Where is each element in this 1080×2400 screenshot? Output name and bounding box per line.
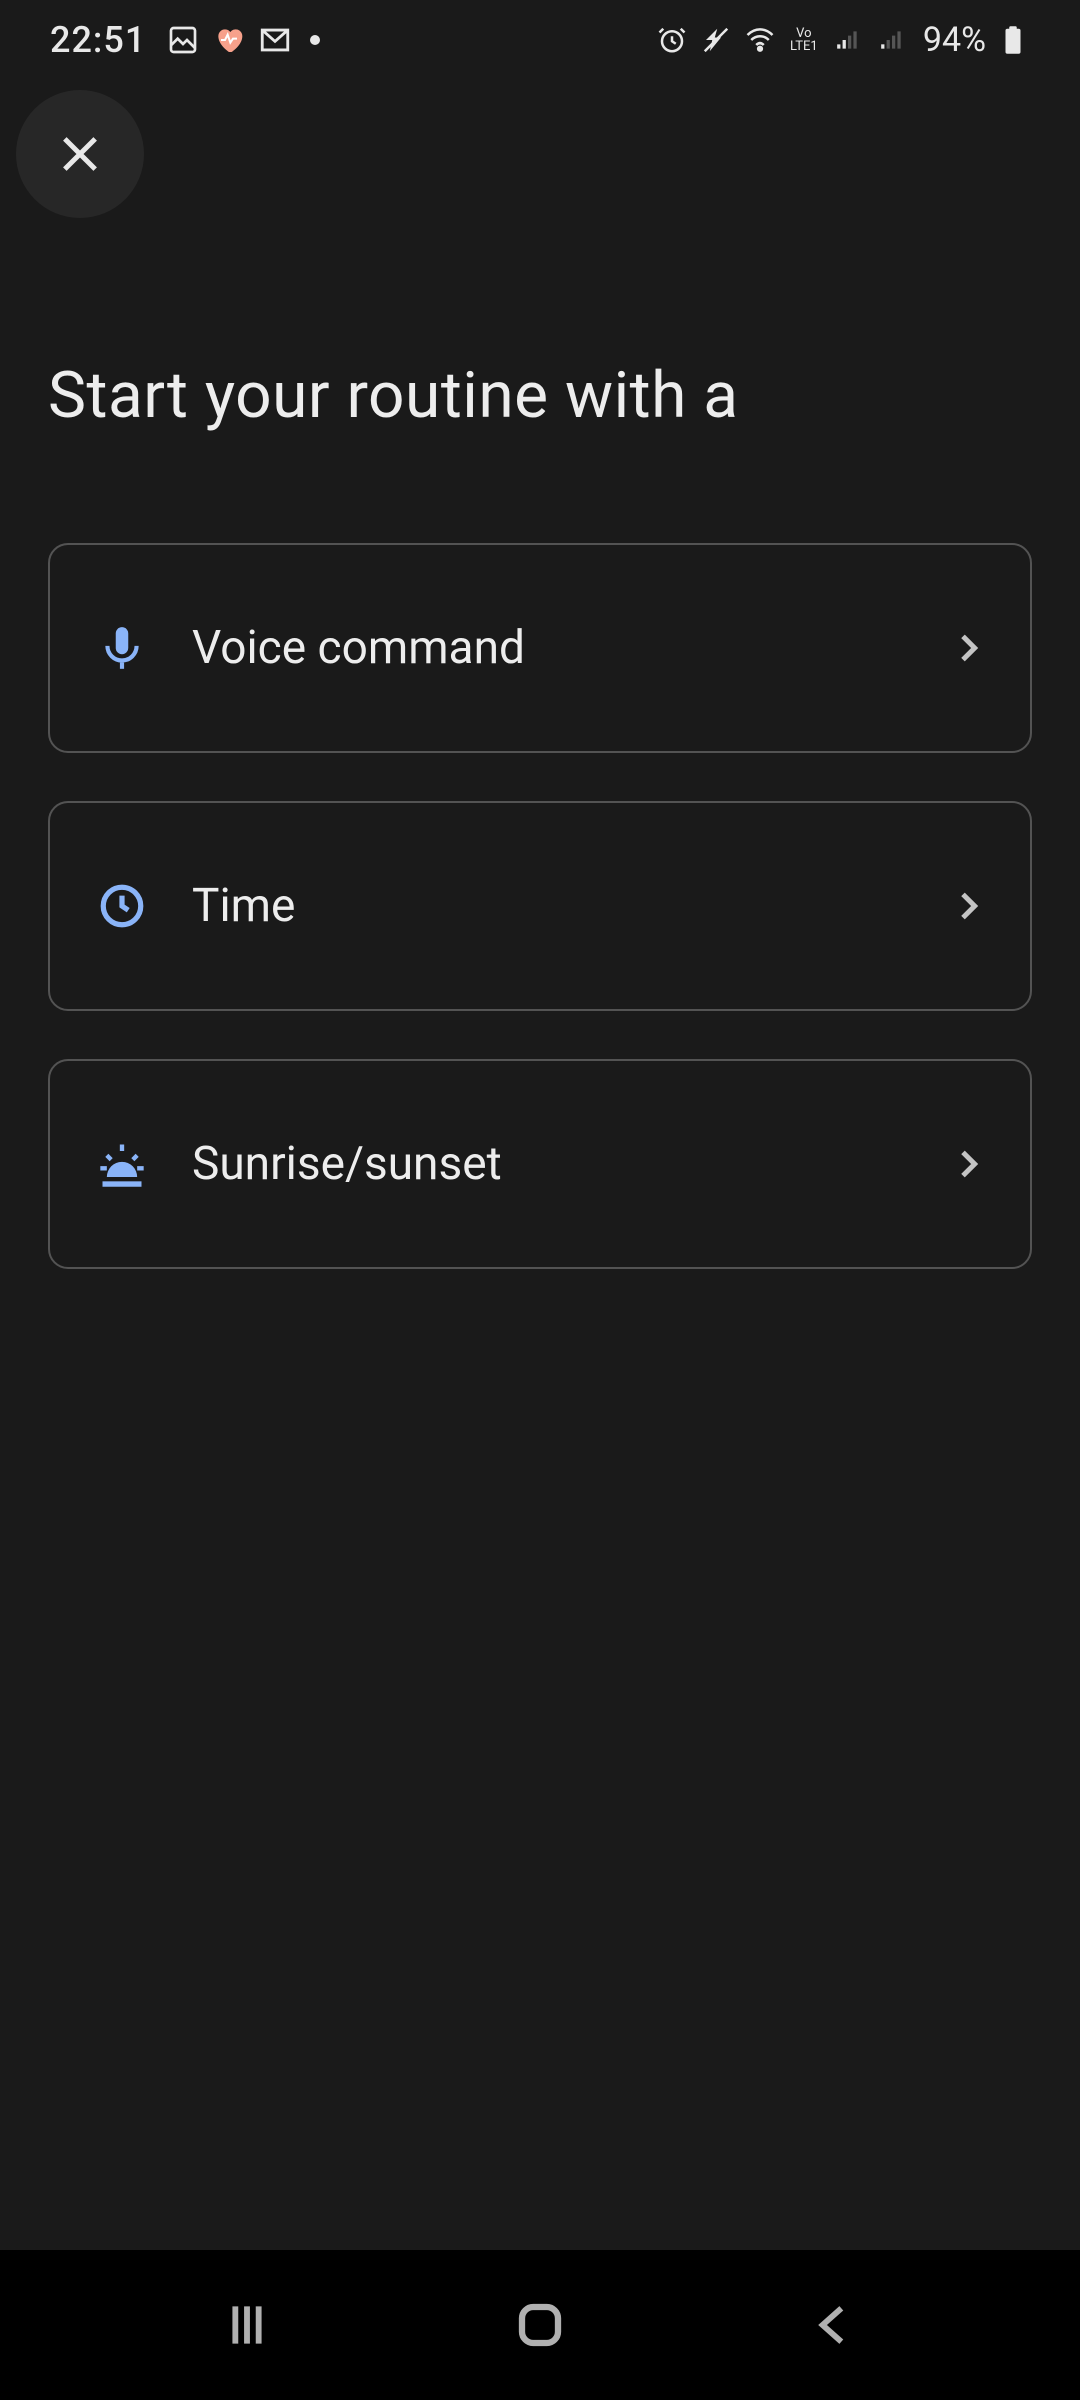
recents-icon	[219, 2297, 275, 2353]
chevron-right-icon	[948, 628, 988, 668]
option-time[interactable]: Time	[48, 801, 1032, 1011]
back-button[interactable]	[773, 2300, 893, 2350]
home-button[interactable]	[480, 2298, 600, 2352]
more-notifications-dot	[310, 35, 320, 45]
status-time: 22:51	[50, 19, 146, 61]
content-area: Start your routine with a Voice command …	[0, 358, 1080, 1269]
home-icon	[513, 2298, 567, 2352]
option-sunrise-sunset[interactable]: Sunrise/sunset	[48, 1059, 1032, 1269]
back-icon	[808, 2300, 858, 2350]
mail-icon	[258, 23, 292, 57]
mic-icon	[92, 623, 152, 673]
battery-percent: 94%	[923, 20, 986, 60]
network-label-icon: VoLTE1	[787, 23, 821, 57]
chevron-right-icon	[948, 1144, 988, 1184]
clock-icon	[92, 881, 152, 931]
heart-icon	[212, 23, 246, 57]
image-icon	[166, 23, 200, 57]
close-icon	[54, 128, 106, 180]
status-left: 22:51	[50, 19, 320, 61]
option-label: Time	[192, 879, 948, 933]
wifi-icon	[743, 23, 777, 57]
status-right: VoLTE1 94%	[655, 20, 1030, 60]
vibrate-icon	[699, 23, 733, 57]
close-button[interactable]	[16, 90, 144, 218]
recents-button[interactable]	[187, 2297, 307, 2353]
sunrise-icon	[92, 1138, 152, 1190]
status-bar: 22:51 VoLTE1 94%	[0, 0, 1080, 80]
alarm-icon	[655, 23, 689, 57]
option-voice-command[interactable]: Voice command	[48, 543, 1032, 753]
page-title: Start your routine with a	[48, 358, 1032, 433]
signal-2-icon	[875, 23, 909, 57]
chevron-right-icon	[948, 886, 988, 926]
header-area	[0, 80, 1080, 218]
option-label: Sunrise/sunset	[192, 1137, 948, 1191]
signal-1-icon	[831, 23, 865, 57]
option-label: Voice command	[192, 621, 948, 675]
battery-icon	[996, 23, 1030, 57]
system-navbar	[0, 2250, 1080, 2400]
